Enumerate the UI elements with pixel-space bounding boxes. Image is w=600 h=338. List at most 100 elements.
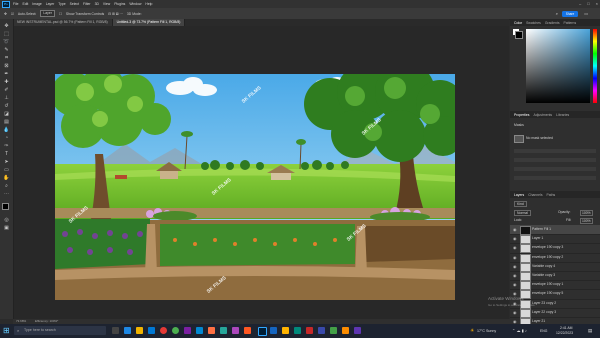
quick-select-tool-icon[interactable]: ✎ — [3, 47, 10, 53]
eyedropper-tool-icon[interactable]: ✒ — [3, 71, 10, 77]
menu-view[interactable]: View — [103, 2, 110, 6]
history-brush-tool-icon[interactable]: ↺ — [3, 103, 10, 109]
tab-swatches[interactable]: Swatches — [526, 21, 541, 25]
auto-select-dropdown[interactable]: Layer — [40, 10, 55, 17]
zoom-tool-icon[interactable]: ⌕ — [3, 183, 10, 189]
tray-icons[interactable]: ⌃ ☁ ▮ ♪ — [512, 324, 527, 338]
menu-filter[interactable]: Filter — [83, 2, 91, 6]
eye-icon[interactable]: ◉ — [513, 282, 517, 287]
eye-icon[interactable]: ◉ — [513, 227, 517, 232]
layer-filter-kind[interactable]: Kind — [514, 201, 527, 207]
chrome-icon[interactable] — [172, 327, 179, 334]
eye-icon[interactable]: ◉ — [513, 310, 517, 315]
3d-mode-label[interactable]: 3D Mode: — [127, 12, 142, 16]
menu-type[interactable]: Type — [58, 2, 65, 6]
app-icon[interactable] — [354, 327, 361, 334]
tab-adjustments[interactable]: Adjustments — [533, 113, 552, 117]
menu-file[interactable]: File — [13, 2, 18, 6]
tab-paths[interactable]: Paths — [547, 193, 556, 197]
document-canvas[interactable]: SK FILMS SK FILMS SK FILMS SK FILMS SK F… — [55, 74, 455, 300]
menu-3d[interactable]: 3D — [95, 2, 99, 6]
task-view-icon[interactable] — [112, 327, 119, 334]
notification-icon[interactable]: ▤ — [588, 324, 592, 338]
eraser-tool-icon[interactable]: ◪ — [3, 111, 10, 117]
edge-icon[interactable] — [124, 327, 131, 334]
tab-libraries[interactable]: Libraries — [556, 113, 569, 117]
fill-field[interactable]: 100% — [580, 218, 593, 224]
tab-color[interactable]: Color — [514, 21, 522, 25]
screen-mode-icon[interactable]: ▣ — [3, 225, 10, 231]
eye-icon[interactable]: ◉ — [513, 245, 517, 250]
eye-icon[interactable]: ◉ — [513, 236, 517, 241]
minimize-button[interactable]: – — [579, 1, 581, 6]
tab-document-1[interactable]: NEW INSTRUMENTAL.psd @ 56.7% (Pattern Fi… — [13, 19, 113, 26]
marquee-tool-icon[interactable]: ⬚ — [3, 31, 10, 37]
app-icon[interactable] — [342, 327, 349, 334]
move-tool-icon[interactable]: ✥ — [4, 12, 7, 16]
menu-plugins[interactable]: Plugins — [114, 2, 125, 6]
app-icon[interactable] — [270, 327, 277, 334]
file-explorer-icon[interactable] — [136, 327, 143, 334]
app-icon[interactable] — [318, 327, 325, 334]
app-icon[interactable] — [220, 327, 227, 334]
eye-icon[interactable]: ◉ — [513, 273, 517, 278]
menu-help[interactable]: Help — [145, 2, 152, 6]
app-icon[interactable] — [282, 327, 289, 334]
frame-tool-icon[interactable]: ⊠ — [3, 63, 10, 69]
tab-gradients[interactable]: Gradients — [545, 21, 560, 25]
tab-patterns[interactable]: Patterns — [564, 21, 577, 25]
photoshop-taskbar-icon[interactable] — [258, 327, 267, 336]
tab-properties[interactable]: Properties — [514, 113, 529, 117]
auto-select-checkbox[interactable]: ☑ — [11, 12, 14, 16]
app-icon[interactable] — [232, 327, 239, 334]
menu-layer[interactable]: Layer — [46, 2, 54, 6]
crop-tool-icon[interactable]: ⌗ — [3, 55, 10, 61]
gradient-tool-icon[interactable]: ▤ — [3, 119, 10, 125]
color-picker-field[interactable] — [526, 29, 590, 103]
blend-mode-dropdown[interactable]: Normal — [514, 210, 531, 216]
blur-tool-icon[interactable]: 💧 — [3, 127, 10, 133]
windows-start-icon[interactable]: ⊞ — [3, 326, 10, 336]
pen-tool-icon[interactable]: ✑ — [3, 143, 10, 149]
app-icon[interactable] — [330, 327, 337, 334]
menu-edit[interactable]: Edit — [22, 2, 28, 6]
move-tool-icon[interactable]: ✥ — [3, 23, 10, 29]
store-icon[interactable] — [148, 327, 155, 334]
type-tool-icon[interactable]: T — [3, 151, 10, 157]
opacity-field[interactable]: 100% — [580, 210, 593, 216]
app-icon[interactable] — [208, 327, 215, 334]
panel-bg-swatch[interactable] — [515, 31, 523, 39]
maximize-button[interactable]: □ — [587, 1, 589, 6]
doc-info[interactable]: Efficiency: 100%* — [35, 319, 58, 323]
clock-date[interactable]: 12/22/2023 — [556, 331, 573, 335]
more-tools-icon[interactable]: ⋯ — [3, 191, 10, 197]
tab-document-2[interactable]: Untitled-3 @ 73.7% (Pattern Fill 1, RGB/… — [112, 19, 186, 26]
menu-select[interactable]: Select — [70, 2, 79, 6]
weather-text[interactable]: 17°C Sunny — [477, 324, 496, 338]
zoom-level[interactable]: 73.68% — [16, 319, 26, 323]
app-icon[interactable] — [294, 327, 301, 334]
language-indicator[interactable]: ENG — [540, 324, 547, 338]
hue-slider[interactable] — [593, 29, 597, 103]
foreground-color-swatch[interactable] — [2, 203, 9, 210]
show-transform-checkbox[interactable]: ☐ — [59, 12, 62, 16]
brush-tool-icon[interactable]: ✐ — [3, 87, 10, 93]
tab-channels[interactable]: Channels — [528, 193, 542, 197]
align-icons[interactable]: ⊟ ⊞ ⊠ ⋯ — [108, 12, 123, 16]
stamp-tool-icon[interactable]: ⊥ — [3, 95, 10, 101]
menu-image[interactable]: Image — [32, 2, 41, 6]
close-button[interactable]: × — [596, 1, 598, 6]
menu-window[interactable]: Window — [129, 2, 141, 6]
path-select-tool-icon[interactable]: ➤ — [3, 159, 10, 165]
app-icon[interactable] — [244, 327, 251, 334]
workspace-icon[interactable]: ▭ — [584, 11, 588, 16]
shape-tool-icon[interactable]: ▭ — [3, 167, 10, 173]
eye-icon[interactable]: ◉ — [513, 255, 517, 260]
app-icon[interactable] — [160, 327, 167, 334]
quick-mask-icon[interactable]: ◎ — [3, 217, 10, 223]
search-icon[interactable]: ⌕ — [556, 11, 558, 16]
lasso-tool-icon[interactable]: ➰ — [3, 39, 10, 45]
taskbar-search-box[interactable]: ⌕ Type here to search — [14, 326, 106, 335]
eye-icon[interactable]: ◉ — [513, 264, 517, 269]
clock-time[interactable]: 2:41 AM — [560, 326, 572, 330]
